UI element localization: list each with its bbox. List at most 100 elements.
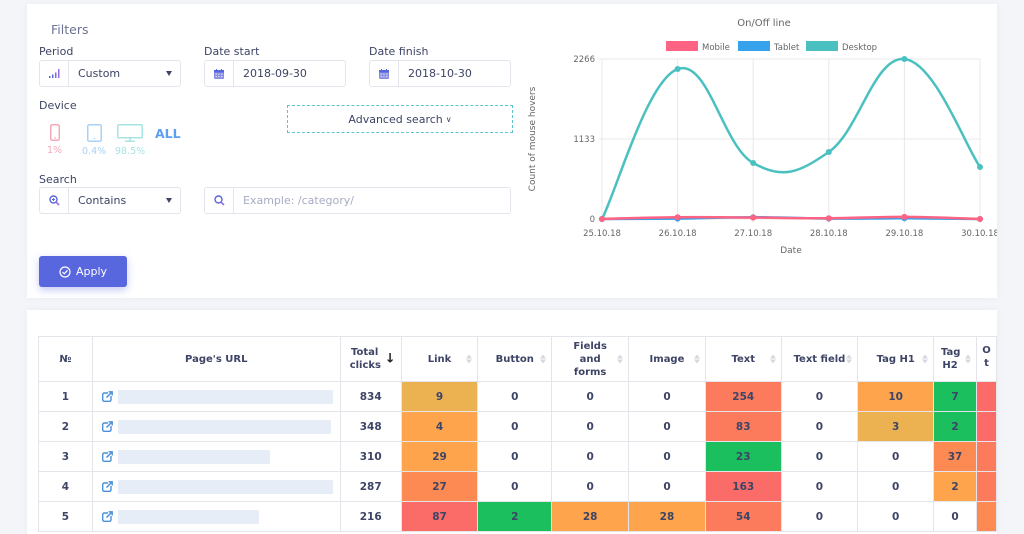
metric-cell: 0 <box>551 471 630 502</box>
tablet-percent: 0.4% <box>82 146 107 157</box>
external-link-icon[interactable] <box>101 391 113 402</box>
legend-swatch-tablet[interactable] <box>738 41 770 51</box>
metric-cell: 0 <box>857 471 935 502</box>
search-input[interactable]: Example: /category/ <box>204 187 511 214</box>
data-point-mobile[interactable] <box>825 215 832 222</box>
period-select[interactable]: Custom <box>39 60 181 87</box>
calendar-icon <box>205 61 234 86</box>
column-header[interactable]: Text field <box>780 336 859 382</box>
search-mode-select[interactable]: Contains <box>39 187 181 214</box>
column-header[interactable]: Fields and forms <box>551 336 630 382</box>
metric-cell: 0 <box>780 441 859 472</box>
period-value: Custom <box>78 67 121 80</box>
metric-cell: 37 <box>933 441 977 472</box>
device-all-button[interactable]: ALL <box>155 126 181 141</box>
filters-card: Filters Period Custom Date start 2018-09… <box>27 4 997 298</box>
column-header-label: № <box>59 353 72 365</box>
legend-swatch-desktop[interactable] <box>806 41 838 51</box>
date-finish-input[interactable]: 2018-10-30 <box>369 60 511 87</box>
sort-icon[interactable] <box>846 354 853 364</box>
external-link-icon[interactable] <box>101 511 113 522</box>
metric-cell: 7 <box>933 381 977 412</box>
chevron-down-icon: ∨ <box>445 114 452 124</box>
chevron-down-icon <box>166 71 172 76</box>
sort-icon[interactable] <box>964 354 971 364</box>
apply-label: Apply <box>75 265 108 278</box>
data-point-desktop[interactable] <box>977 164 983 171</box>
column-header[interactable]: Text <box>704 336 782 382</box>
date-finish-value: 2018-10-30 <box>408 67 472 80</box>
device-mobile[interactable]: 1% <box>47 124 62 156</box>
metric-cell: 0 <box>551 381 630 412</box>
apply-button[interactable]: Apply <box>39 256 127 287</box>
external-link-icon[interactable] <box>101 481 113 492</box>
data-point-mobile[interactable] <box>977 216 983 222</box>
page-url-redacted[interactable] <box>117 449 270 464</box>
legend-label-desktop[interactable]: Desktop <box>842 43 877 53</box>
sort-icon[interactable] <box>769 354 776 364</box>
column-header[interactable]: Image <box>628 336 706 382</box>
column-header: № <box>38 336 93 382</box>
external-link-icon[interactable] <box>101 421 113 432</box>
metric-cell: 0 <box>628 471 706 502</box>
device-tablet[interactable]: 0.4% <box>82 124 106 157</box>
metric-cell <box>975 411 997 442</box>
y-tick-label: 1133 <box>573 135 595 145</box>
sort-icon[interactable] <box>540 354 547 364</box>
x-tick-label: 29.10.18 <box>885 229 923 239</box>
data-point-desktop[interactable] <box>901 56 908 62</box>
legend-swatch-mobile[interactable] <box>666 41 698 51</box>
table-body: 1 834 9 0 0 0 254 0 10 7 2 348 4 0 0 0 83 0 3 2 3 310 29 0 0 0 23 0… <box>38 381 997 532</box>
metric-cell: 163 <box>704 471 782 502</box>
sort-icon[interactable] <box>466 354 473 364</box>
metric-cell: 28 <box>628 501 706 532</box>
column-header-label: Total clicks <box>349 347 382 371</box>
external-link-icon[interactable] <box>101 451 113 462</box>
calendar-icon <box>370 61 399 86</box>
data-point-desktop[interactable] <box>674 66 681 73</box>
legend-label-tablet[interactable]: Tablet <box>773 43 800 53</box>
data-point-mobile[interactable] <box>674 214 681 221</box>
column-header[interactable]: Link <box>400 336 479 382</box>
sort-icon[interactable] <box>693 354 700 364</box>
column-header-label: Tag H1 <box>876 353 915 365</box>
page-url-redacted[interactable] <box>117 389 333 404</box>
page-url-redacted[interactable] <box>117 509 259 524</box>
sort-icon[interactable] <box>922 354 929 364</box>
sort-icon[interactable] <box>617 354 624 364</box>
data-point-desktop[interactable] <box>750 160 757 167</box>
metric-cell: 83 <box>704 411 782 442</box>
data-point-mobile[interactable] <box>901 213 908 220</box>
column-header[interactable]: O t <box>975 336 997 382</box>
column-header-label: Fields and forms <box>573 340 607 378</box>
table-row: 3 310 29 0 0 0 23 0 0 37 <box>38 441 997 472</box>
search-icon <box>205 188 234 213</box>
mobile-percent: 1% <box>47 145 63 156</box>
data-point-mobile[interactable] <box>599 216 605 222</box>
metric-cell: 0 <box>551 411 630 442</box>
date-start-input[interactable]: 2018-09-30 <box>204 60 346 87</box>
row-number: 2 <box>38 411 93 442</box>
column-header[interactable]: Tag H1 <box>857 336 935 382</box>
table-row: 1 834 9 0 0 0 254 0 10 7 <box>38 381 997 412</box>
column-header[interactable]: Total clicks ↓ <box>339 336 402 382</box>
metric-cell: 0 <box>628 441 706 472</box>
table-header-row: № Page's URL Total clicks ↓ Link Button Fields… <box>38 336 997 382</box>
device-desktop[interactable]: 98.5% <box>115 124 145 157</box>
legend-label-mobile[interactable]: Mobile <box>702 43 730 53</box>
page-url-cell <box>91 411 341 442</box>
column-header[interactable]: Button <box>477 336 553 382</box>
page-url-redacted[interactable] <box>117 419 331 434</box>
metric-cell: 2 <box>477 501 553 532</box>
row-number: 1 <box>38 381 93 412</box>
chart-title: On/Off line <box>737 18 791 29</box>
data-point-desktop[interactable] <box>825 148 832 155</box>
stats-table: № Page's URL Total clicks ↓ Link Button Fields… <box>38 336 997 532</box>
stats-table-card: № Page's URL Total clicks ↓ Link Button Fields… <box>27 310 997 534</box>
column-header[interactable]: Tag H2 <box>933 336 977 382</box>
advanced-search-button[interactable]: Advanced search ∨ <box>287 105 513 133</box>
period-label: Period <box>39 45 74 58</box>
sort-desc-icon[interactable]: ↓ <box>385 353 396 366</box>
data-point-mobile[interactable] <box>750 214 757 221</box>
page-url-redacted[interactable] <box>117 479 333 494</box>
